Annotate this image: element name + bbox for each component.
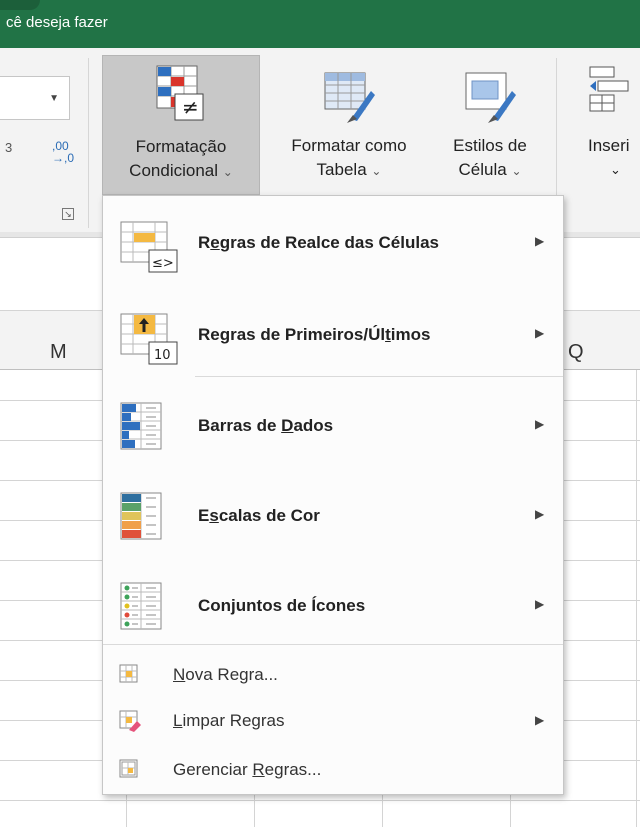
format-as-table-label: Formatar como bbox=[291, 136, 407, 155]
submenu-arrow-icon: ▶ bbox=[535, 507, 545, 521]
icon-sets-icon bbox=[120, 582, 162, 630]
submenu-arrow-icon: ▶ bbox=[535, 597, 545, 611]
format-as-table-icon bbox=[324, 72, 375, 123]
menu-divider bbox=[195, 376, 563, 377]
submenu-arrow-icon: ▶ bbox=[535, 417, 545, 431]
manage-rules-label: Gerenciar Regras... bbox=[173, 760, 322, 779]
menu-item-top-bottom-rules[interactable]: 10 Regras de Primeiros/Últimos ▶ bbox=[103, 292, 563, 378]
chevron-down-icon: ⌄ bbox=[222, 165, 233, 179]
column-header-m[interactable]: M bbox=[50, 341, 67, 364]
insert-cells-icon bbox=[589, 66, 629, 112]
menu-item-icon-sets[interactable]: Conjuntos de Ícones ▶ bbox=[103, 563, 563, 649]
column-header-q[interactable]: Q bbox=[568, 341, 584, 364]
menu-item-clear-rules[interactable]: Limpar Regras ▶ bbox=[103, 702, 563, 738]
conditional-formatting-icon: ≠ bbox=[156, 65, 204, 121]
menu-item-highlight-cells-rules[interactable]: ≤> Regras de Realce das Células ▶ bbox=[103, 200, 563, 286]
top-bottom-rules-label: Regras de Primeiros/Últimos bbox=[198, 325, 431, 344]
top-bottom-rules-icon: 10 bbox=[120, 313, 178, 365]
color-scales-label: Escalas de Cor bbox=[198, 506, 320, 525]
clear-rules-label: Limpar Regras bbox=[173, 711, 285, 730]
highlight-cells-rules-icon: ≤> bbox=[120, 221, 178, 273]
title-bar: cê deseja fazer bbox=[0, 0, 640, 48]
manage-rules-icon bbox=[119, 759, 138, 778]
data-bars-icon bbox=[120, 402, 162, 450]
cell-styles-icon bbox=[465, 72, 516, 123]
menu-item-color-scales[interactable]: Escalas de Cor ▶ bbox=[103, 473, 563, 559]
cell-styles-button[interactable]: Estilos de Célula ⌄ bbox=[436, 55, 544, 195]
svg-text:10: 10 bbox=[154, 348, 171, 363]
svg-text:≤>: ≤> bbox=[152, 256, 174, 271]
grid-line bbox=[636, 370, 637, 827]
chevron-down-icon: ⌄ bbox=[371, 164, 382, 178]
menu-item-new-rule[interactable]: Nova Regra... bbox=[103, 656, 563, 692]
grid-line bbox=[0, 800, 640, 801]
insert-cells-button[interactable]: Inseri ⌄ bbox=[570, 55, 640, 195]
conditional-formatting-button[interactable]: ≠ Formatação Condicional ⌄ bbox=[102, 55, 260, 195]
submenu-arrow-icon: ▶ bbox=[535, 326, 545, 340]
group-divider bbox=[88, 58, 89, 228]
conditional-formatting-menu: ≤> Regras de Realce das Células ▶ 10 Reg… bbox=[102, 195, 564, 795]
new-rule-icon bbox=[119, 664, 138, 683]
conditional-formatting-label: Formatação bbox=[135, 137, 227, 156]
submenu-arrow-icon: ▶ bbox=[535, 713, 545, 727]
chevron-down-icon: ▼ bbox=[49, 93, 59, 104]
chevron-down-icon: ⌄ bbox=[610, 162, 621, 177]
cell-styles-label-2: Célula ⌄ bbox=[458, 160, 522, 179]
insert-label: Inseri bbox=[588, 136, 630, 155]
clear-rules-icon bbox=[119, 710, 141, 732]
data-bars-label: Barras de Dados bbox=[198, 416, 334, 435]
menu-item-data-bars[interactable]: Barras de Dados ▶ bbox=[103, 383, 563, 469]
title-bar-corner bbox=[0, 0, 40, 10]
submenu-arrow-icon: ▶ bbox=[535, 234, 545, 248]
number-format-dropdown[interactable]: ▼ bbox=[0, 76, 70, 120]
chevron-down-icon: ⌄ bbox=[511, 164, 522, 178]
conditional-formatting-label-2: Condicional ⌄ bbox=[129, 161, 233, 180]
format-as-table-label-2: Tabela ⌄ bbox=[316, 160, 382, 179]
color-scales-icon bbox=[120, 492, 162, 540]
new-rule-label: Nova Regra... bbox=[173, 665, 278, 684]
menu-divider bbox=[103, 644, 563, 645]
comma-style-icon[interactable]: 3 bbox=[5, 140, 12, 155]
increase-decimal-button[interactable]: ,00 →,0 bbox=[52, 140, 74, 164]
svg-text:≠: ≠ bbox=[182, 95, 199, 119]
menu-item-manage-rules[interactable]: Gerenciar Regras... bbox=[103, 751, 563, 787]
cell-styles-label: Estilos de bbox=[453, 136, 527, 155]
icon-sets-label: Conjuntos de Ícones bbox=[198, 596, 366, 615]
highlight-cells-rules-label: Regras de Realce das Células bbox=[198, 233, 439, 252]
tell-me-box[interactable]: cê deseja fazer bbox=[6, 14, 108, 31]
number-group-launcher-icon[interactable]: ↘ bbox=[62, 208, 74, 220]
format-as-table-button[interactable]: Formatar como Tabela ⌄ bbox=[265, 55, 433, 195]
